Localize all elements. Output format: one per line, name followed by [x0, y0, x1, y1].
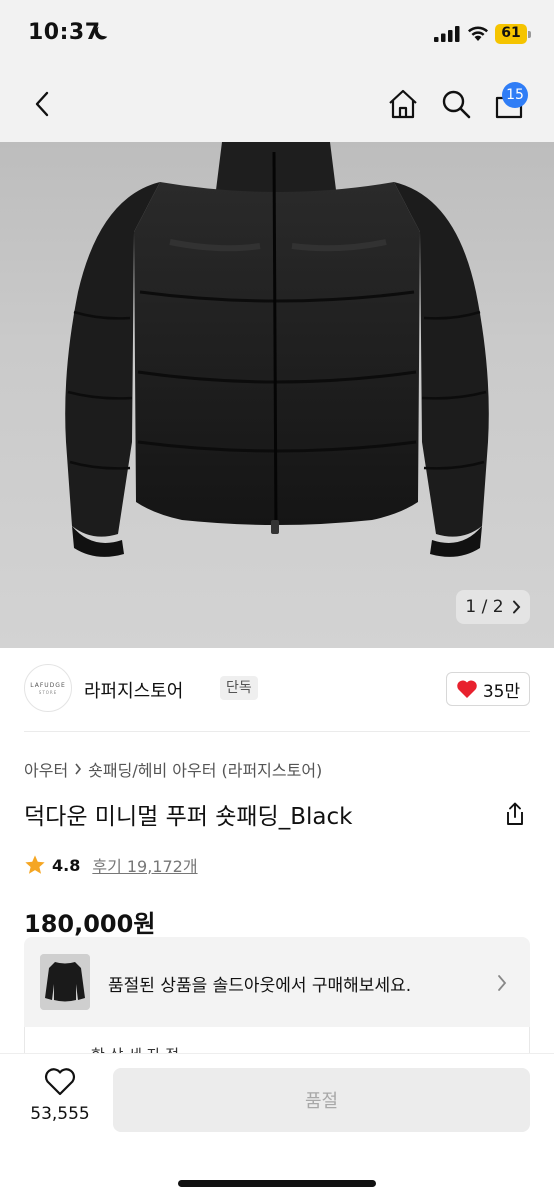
- search-button[interactable]: [436, 84, 476, 124]
- store-logo-text: LAFUDGE: [30, 681, 66, 689]
- wishlist-button[interactable]: 53,555: [20, 1068, 100, 1134]
- search-icon: [442, 90, 471, 119]
- soldout-message: 품절된 상품을 솔드아웃에서 구매해보세요.: [108, 976, 412, 996]
- store-name[interactable]: 라퍼지스토어: [84, 677, 183, 703]
- puffer-jacket-image: [65, 142, 489, 557]
- store-logo-subtext: STORE: [38, 689, 58, 695]
- divider: [24, 731, 530, 732]
- status-time: 10:37: [28, 20, 101, 45]
- review-link[interactable]: 후기 19,172개: [92, 853, 197, 877]
- home-button[interactable]: [383, 84, 423, 124]
- heart-filled-icon: [457, 680, 477, 698]
- product-title: 덕다운 미니멀 푸퍼 숏패딩_Black: [24, 804, 353, 830]
- share-button[interactable]: [500, 800, 530, 828]
- battery-level: 61: [501, 25, 521, 41]
- store-like-button[interactable]: 35만: [446, 672, 530, 706]
- back-button[interactable]: [22, 84, 62, 124]
- share-icon: [507, 802, 523, 825]
- bottom-action-bar: 53,555 품절: [0, 1053, 554, 1200]
- back-icon: [35, 91, 49, 117]
- breadcrumb: 아우터 숏패딩/헤비 아우터 (라퍼지스토어): [24, 757, 322, 781]
- heart-outline-icon: [44, 1068, 76, 1096]
- chevron-right-icon: [75, 763, 82, 775]
- store-like-count: 35만: [482, 681, 521, 702]
- chevron-right-icon: [498, 975, 507, 991]
- rating-value: 4.8: [52, 855, 81, 875]
- home-icon: [389, 89, 417, 119]
- home-indicator: [178, 1180, 376, 1187]
- pager-current: 1: [465, 597, 477, 617]
- breadcrumb-item-category[interactable]: 숏패딩/헤비 아우터 (라퍼지스토어): [88, 757, 322, 781]
- jacket-thumbnail-image: [40, 954, 90, 1010]
- top-nav: [0, 66, 554, 142]
- pager-separator: /: [481, 597, 488, 617]
- store-logo[interactable]: LAFUDGE STORE: [24, 664, 72, 712]
- product-image[interactable]: [0, 142, 554, 648]
- star-icon: [25, 855, 45, 874]
- rating-row: 4.8 후기 19,172개: [24, 853, 198, 877]
- partial-card: 한 상 세 자 정: [24, 1027, 530, 1053]
- exclusive-badge: 단독: [220, 676, 258, 700]
- wifi-icon: [468, 26, 488, 41]
- soldout-thumbnail: [40, 954, 90, 1010]
- partial-card-text: 한 상 세 자 정: [91, 1044, 179, 1053]
- pager-total: 2: [492, 597, 504, 617]
- image-pager[interactable]: 1 / 2: [456, 590, 530, 624]
- soldout-buy-button[interactable]: 품절: [113, 1068, 530, 1132]
- soldout-banner[interactable]: 품절된 상품을 솔드아웃에서 구매해보세요.: [24, 937, 530, 1027]
- cart-count-badge: 15: [502, 82, 528, 108]
- product-price: 180,000원: [24, 910, 156, 938]
- wishlist-count: 53,555: [30, 1104, 90, 1124]
- battery-icon: 61: [495, 24, 531, 44]
- store-row[interactable]: LAFUDGE STORE 라퍼지스토어 단독 35만: [24, 664, 530, 714]
- chevron-right-icon: [512, 600, 520, 614]
- signal-icon: [434, 26, 460, 42]
- breadcrumb-item-outer[interactable]: 아우터: [24, 757, 68, 781]
- status-bar: 10:37 61: [0, 0, 554, 66]
- moon-icon: [95, 26, 108, 40]
